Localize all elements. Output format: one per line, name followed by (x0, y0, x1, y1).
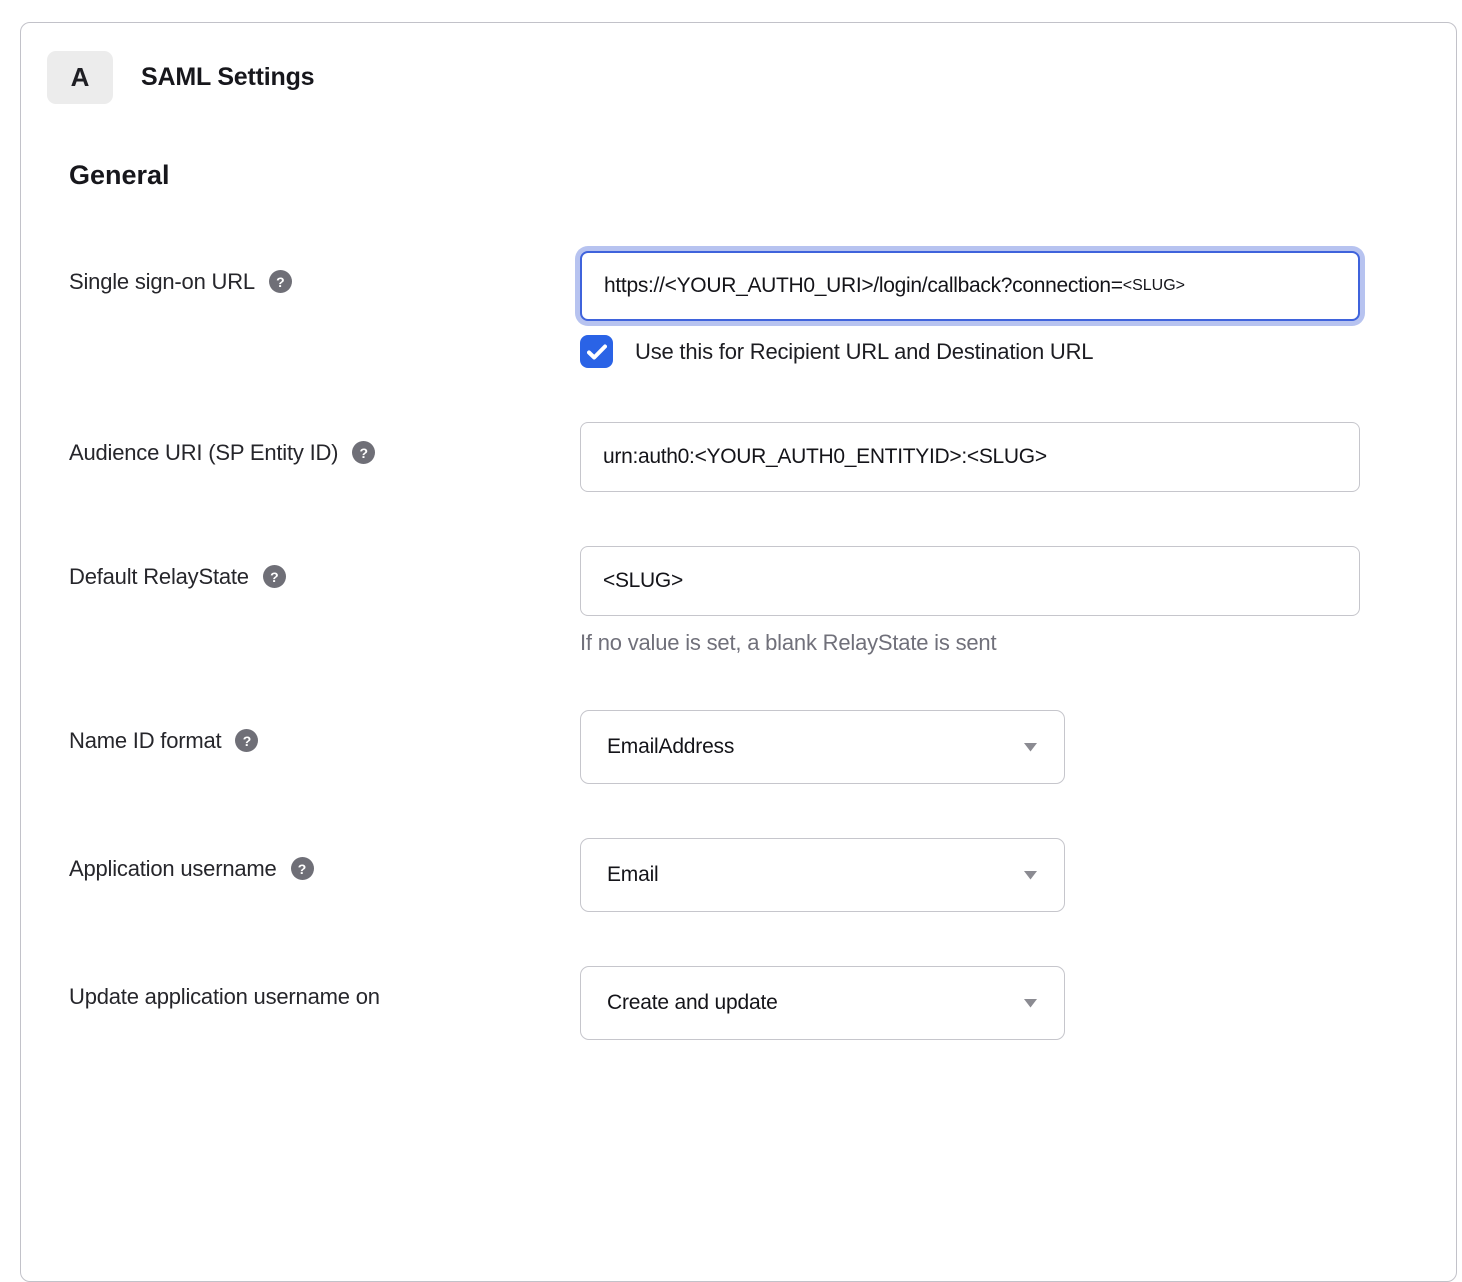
application-username-select[interactable]: Email (580, 838, 1065, 912)
recipient-url-checkbox-label: Use this for Recipient URL and Destinati… (635, 339, 1093, 365)
form-row-default-relaystate: Default RelayState ? If no value is set,… (21, 546, 1456, 656)
sso-url-input[interactable]: https://<YOUR_AUTH0_URI>/login/callback?… (580, 251, 1360, 321)
update-application-username-label: Update application username on (69, 984, 380, 1010)
label-col: Name ID format ? (69, 710, 580, 784)
control-col: https://<YOUR_AUTH0_URI>/login/callback?… (580, 251, 1456, 368)
control-col: EmailAddress (580, 710, 1456, 784)
help-icon[interactable]: ? (269, 270, 292, 293)
default-relaystate-input[interactable] (580, 546, 1360, 616)
control-col: If no value is set, a blank RelayState i… (580, 546, 1456, 656)
application-username-label: Application username (69, 856, 277, 882)
name-id-format-select[interactable]: EmailAddress (580, 710, 1065, 784)
help-icon[interactable]: ? (263, 565, 286, 588)
default-relaystate-label: Default RelayState (69, 564, 249, 590)
sso-url-label: Single sign-on URL (69, 269, 255, 295)
recipient-url-checkbox-row: Use this for Recipient URL and Destinati… (580, 335, 1456, 368)
caret-down-icon (1023, 870, 1038, 880)
control-col: Email (580, 838, 1456, 912)
caret-down-icon (1023, 998, 1038, 1008)
default-relaystate-helper-text: If no value is set, a blank RelayState i… (580, 630, 1456, 656)
page-title: SAML Settings (141, 63, 314, 92)
panel-header: A SAML Settings (21, 51, 1456, 104)
recipient-url-checkbox[interactable] (580, 335, 613, 368)
step-badge: A (47, 51, 113, 104)
saml-settings-form: Single sign-on URL ? https://<YOUR_AUTH0… (21, 251, 1456, 1040)
sso-url-value: https://<YOUR_AUTH0_URI>/login/callback?… (604, 274, 1123, 298)
label-col: Default RelayState ? (69, 546, 580, 656)
help-icon[interactable]: ? (291, 857, 314, 880)
application-username-value: Email (607, 863, 659, 887)
sso-url-value-slug: <SLUG> (1123, 277, 1185, 295)
name-id-format-label: Name ID format (69, 728, 221, 754)
section-title-general: General (21, 160, 1456, 191)
name-id-format-value: EmailAddress (607, 735, 734, 759)
label-col: Single sign-on URL ? (69, 251, 580, 368)
form-row-update-application-username: Update application username on Create an… (21, 966, 1456, 1040)
help-icon[interactable]: ? (352, 441, 375, 464)
saml-settings-panel: A SAML Settings General Single sign-on U… (20, 22, 1457, 1282)
audience-uri-input[interactable] (580, 422, 1360, 492)
label-col: Application username ? (69, 838, 580, 912)
control-col (580, 422, 1456, 492)
form-row-name-id-format: Name ID format ? EmailAddress (21, 710, 1456, 784)
checkmark-icon (587, 344, 607, 360)
update-application-username-value: Create and update (607, 991, 778, 1015)
form-row-audience-uri: Audience URI (SP Entity ID) ? (21, 422, 1456, 492)
control-col: Create and update (580, 966, 1456, 1040)
form-row-sso-url: Single sign-on URL ? https://<YOUR_AUTH0… (21, 251, 1456, 368)
update-application-username-select[interactable]: Create and update (580, 966, 1065, 1040)
help-icon[interactable]: ? (235, 729, 258, 752)
label-col: Audience URI (SP Entity ID) ? (69, 422, 580, 492)
audience-uri-label: Audience URI (SP Entity ID) (69, 440, 338, 466)
label-col: Update application username on (69, 966, 580, 1040)
caret-down-icon (1023, 742, 1038, 752)
form-row-application-username: Application username ? Email (21, 838, 1456, 912)
